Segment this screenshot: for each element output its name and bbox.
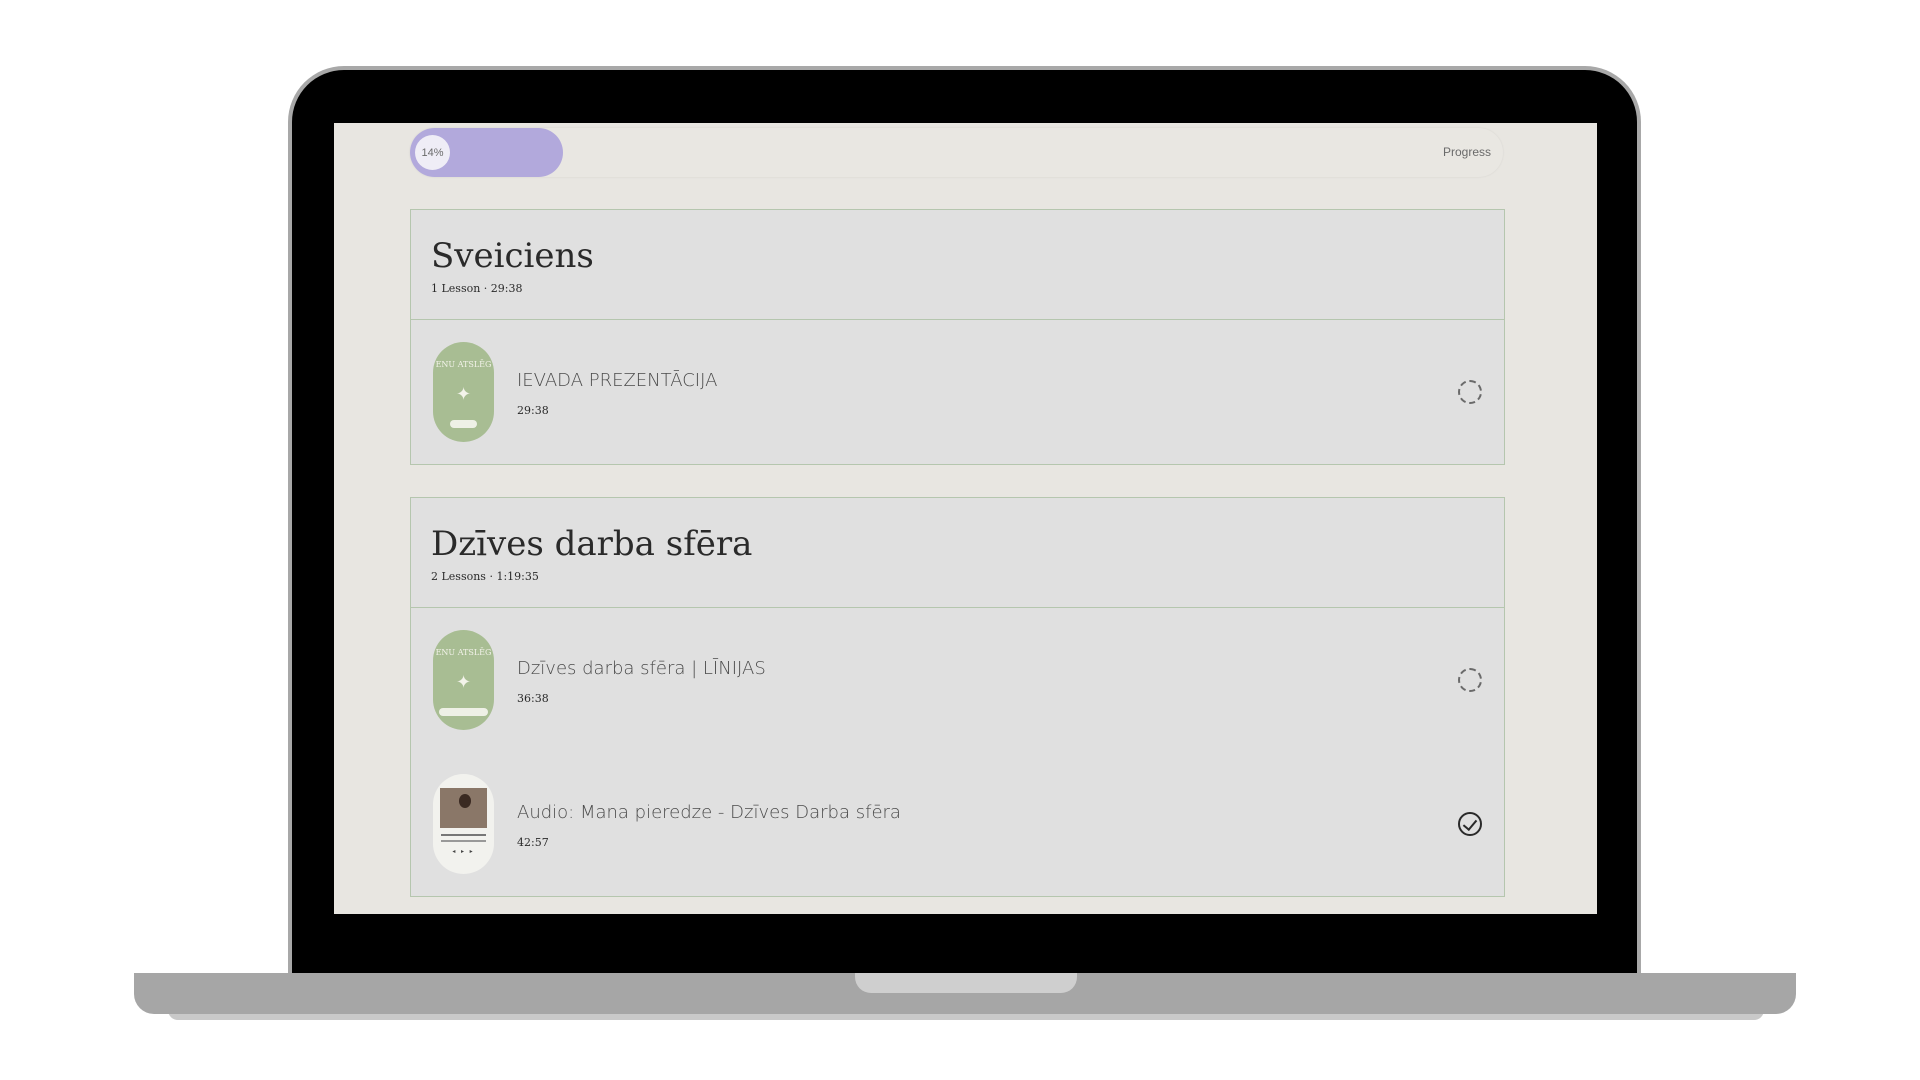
dashed-circle-icon[interactable]: [1458, 380, 1482, 404]
audio-controls-icon: ◂ ▸ ▸: [452, 849, 475, 855]
laptop-mockup: 14% Progress Sveiciens 1 Lesson · 29:38 …: [0, 0, 1920, 1080]
laptop-screen: 14% Progress Sveiciens 1 Lesson · 29:38 …: [334, 123, 1597, 914]
thumbnail-portrait: [459, 794, 471, 808]
check-circle-icon[interactable]: [1458, 812, 1482, 836]
lesson-duration: 29:38: [517, 404, 549, 417]
lesson-duration: 36:38: [517, 692, 549, 705]
thumbnail-text: ENU ATSLĒG: [435, 648, 492, 657]
lesson-item[interactable]: ENU ATSLĒG ✦ Dzīves darba sfēra | LĪNIJA…: [411, 608, 1504, 752]
lesson-title: Audio: Mana pieredze - Dzīves Darba sfēr…: [517, 802, 901, 823]
lesson-thumbnail: ◂ ▸ ▸: [433, 774, 494, 874]
thumbnail-pill: [450, 420, 477, 428]
section-meta: 1 Lesson · 29:38: [431, 282, 523, 295]
section-title: Sveiciens: [431, 236, 594, 276]
progress-percent: 14%: [415, 135, 450, 170]
section-title: Dzīves darba sfēra: [431, 524, 753, 564]
thumbnail-text: ENU ATSLĒG: [435, 360, 492, 369]
section-header[interactable]: Dzīves darba sfēra 2 Lessons · 1:19:35: [411, 498, 1504, 608]
progress-bar: 14% Progress: [410, 128, 1503, 177]
lesson-duration: 42:57: [517, 836, 549, 849]
lesson-thumbnail: ENU ATSLĒG ✦: [433, 342, 494, 442]
lesson-thumbnail: ENU ATSLĒG ✦: [433, 630, 494, 730]
lesson-title: Dzīves darba sfēra | LĪNIJAS: [517, 658, 766, 679]
course-section: Dzīves darba sfēra 2 Lessons · 1:19:35 E…: [410, 497, 1505, 897]
lesson-title: IEVADA PREZENTĀCIJA: [517, 370, 718, 391]
lesson-item[interactable]: ◂ ▸ ▸ Audio: Mana pieredze - Dzīves Darb…: [411, 752, 1504, 896]
progress-label: Progress: [1442, 145, 1491, 159]
sparkle-icon: ✦: [455, 672, 472, 692]
section-meta: 2 Lessons · 1:19:35: [431, 570, 539, 583]
thumbnail-pill: [439, 708, 488, 716]
laptop-notch: [855, 973, 1077, 993]
lesson-item[interactable]: ENU ATSLĒG ✦ IEVADA PREZENTĀCIJA 29:38: [411, 320, 1504, 464]
thumbnail-line: [441, 840, 486, 842]
thumbnail-line: [441, 834, 486, 836]
dashed-circle-icon[interactable]: [1458, 668, 1482, 692]
course-section: Sveiciens 1 Lesson · 29:38 ENU ATSLĒG ✦ …: [410, 209, 1505, 465]
section-header[interactable]: Sveiciens 1 Lesson · 29:38: [411, 210, 1504, 320]
sparkle-icon: ✦: [455, 384, 472, 404]
